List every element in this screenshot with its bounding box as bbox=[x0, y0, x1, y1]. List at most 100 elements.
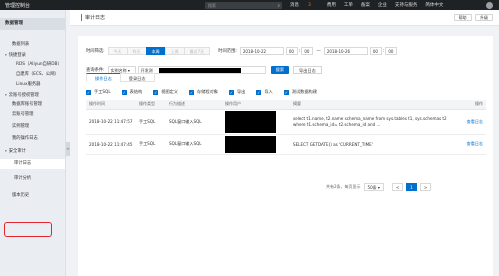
cell-type: 手工SQL bbox=[136, 134, 166, 155]
console-brand[interactable]: 管理控制台 bbox=[0, 2, 70, 9]
col-op: 操作 bbox=[450, 100, 486, 110]
next-page-button[interactable]: > bbox=[419, 183, 432, 191]
main-content: 审计日志 帮助 升级 时间筛选: 今天 昨天 本周 上周 最近7天 时间范围: … bbox=[70, 10, 499, 276]
table-row: 2018-10-22 11:47:45 手工SQL SQL窗口输入SQL SEL… bbox=[86, 134, 486, 155]
time-range-label: 时间范围: bbox=[218, 49, 237, 54]
check-export[interactable]: ✓ 导出 bbox=[228, 89, 245, 95]
time-filter-row: 时间筛选: 今天 昨天 本周 上周 最近7天 时间范围: 2018-10-22 … bbox=[86, 47, 398, 55]
page-title: 审计日志 bbox=[81, 14, 105, 21]
checkbox-icon: ✓ bbox=[153, 89, 159, 95]
start-date-input[interactable]: 2018-10-22 bbox=[239, 47, 284, 55]
global-search-input[interactable]: 搜索 ⌕ bbox=[205, 1, 282, 10]
check-view-definition[interactable]: ✓ 视图定义 bbox=[153, 89, 178, 95]
sidebar: 数据管理 数据列表 ▾ 快捷登录 RDS（Aliyun自研DB） 自建库（ECS、… bbox=[0, 10, 66, 276]
cell-summary: select t1.name, t2.name schema_name from… bbox=[290, 109, 450, 135]
col-time: 操作时间 bbox=[86, 100, 136, 110]
messages-count: 3 bbox=[308, 3, 311, 8]
nav-tickets[interactable]: 工单 bbox=[344, 2, 353, 8]
pager-total: 共有2条，每页显示 bbox=[326, 184, 361, 189]
check-import[interactable]: ✓ 导入 bbox=[256, 89, 273, 95]
audit-panel: 时间筛选: 今天 昨天 本周 上周 最近7天 时间范围: 2018-10-22 … bbox=[78, 36, 493, 276]
check-manual-sql[interactable]: ✓ 手工SQL bbox=[86, 89, 111, 95]
nav-messages[interactable]: 消息 3 bbox=[290, 2, 319, 8]
sidebar-item-db-list[interactable]: 数据列表 bbox=[0, 40, 65, 50]
sidebar-item-ecs[interactable]: 自建库（ECS、公网） bbox=[0, 70, 65, 80]
range-separator: — bbox=[316, 48, 321, 54]
page-header: 审计日志 帮助 升级 bbox=[70, 10, 499, 26]
start-minute-select[interactable]: 00 bbox=[301, 47, 314, 55]
sidebar-item-version[interactable]: 版本历史 bbox=[0, 191, 65, 201]
chevron-down-icon: ▾ bbox=[377, 185, 380, 190]
sidebar-item-audit-analysis[interactable]: 审计分析 bbox=[0, 174, 65, 184]
cell-user bbox=[222, 134, 280, 155]
range-today[interactable]: 今天 bbox=[107, 47, 128, 55]
checkbox-icon: ✓ bbox=[86, 89, 91, 95]
caret-down-icon: ▾ bbox=[5, 93, 7, 97]
checkbox-icon: ✓ bbox=[256, 89, 262, 95]
nav-language[interactable]: 简体中文 bbox=[425, 2, 443, 8]
sidebar-item-db-acct[interactable]: 数据库账号管理 bbox=[0, 100, 65, 110]
range-last-7-days[interactable]: 最近7天 bbox=[183, 47, 211, 55]
nav-billing[interactable]: 费用 bbox=[327, 2, 336, 8]
col-user: 操作用户 bbox=[222, 100, 280, 110]
sidebar-item-linux[interactable]: Linux服务器 bbox=[0, 80, 65, 90]
check-table-structure[interactable]: ✓ 表结构 bbox=[121, 89, 142, 95]
cell-op: 查看日志 bbox=[450, 134, 486, 155]
cell-time: 2018-10-22 11:47:45 bbox=[86, 134, 136, 155]
end-date-input[interactable]: 2018-10-26 bbox=[323, 47, 368, 55]
sidebar-title: 数据管理 bbox=[0, 18, 65, 30]
sidebar-item-my-ops[interactable]: 我的操作日志 bbox=[0, 134, 65, 144]
time-range-segment: 今天 昨天 本周 上周 最近7天 bbox=[107, 47, 211, 55]
search-icon[interactable]: ⌕ bbox=[277, 3, 280, 10]
help-button[interactable]: 帮助 bbox=[453, 14, 472, 21]
checkbox-icon: ✓ bbox=[121, 89, 127, 95]
check-test-data[interactable]: ✓ 测试数据构建 bbox=[283, 89, 317, 95]
top-bar: 管理控制台 搜索 ⌕ 消息 3 费用 工单 备案 企业 支持与服务 简体中文 bbox=[0, 0, 499, 10]
check-stored-objects[interactable]: ✓ 存储程对象 bbox=[189, 89, 218, 95]
page-size-select[interactable]: 50条 ▾ bbox=[363, 183, 384, 191]
col-summary: 摘要 bbox=[290, 100, 450, 110]
avatar[interactable] bbox=[486, 1, 493, 9]
log-tabs: 操作日志 登录日志 bbox=[86, 73, 155, 82]
query-value-input[interactable]: 开发测 bbox=[137, 66, 266, 74]
table-row: 2018-10-22 11:47:57 手工SQL SQL窗口输入SQL sel… bbox=[86, 109, 486, 135]
nav-enterprise[interactable]: 企业 bbox=[378, 2, 387, 8]
search-placeholder: 搜索 bbox=[208, 2, 216, 8]
export-log-button[interactable]: 导出日志 bbox=[293, 66, 322, 74]
checkbox-icon: ✓ bbox=[283, 89, 289, 95]
cell-spacer bbox=[280, 134, 290, 155]
cell-op: 查看日志 bbox=[450, 109, 486, 135]
range-this-week[interactable]: 本周 bbox=[145, 47, 166, 55]
cell-time: 2018-10-22 11:47:57 bbox=[86, 109, 136, 135]
sidebar-item-rds[interactable]: RDS（Aliyun自研DB） bbox=[0, 60, 65, 70]
tab-login-log[interactable]: 登录日志 bbox=[119, 73, 155, 82]
sidebar-group-security[interactable]: ▾ 安全审计 bbox=[0, 146, 65, 156]
end-hour-select[interactable]: 00 bbox=[369, 47, 382, 55]
caret-down-icon: ▾ bbox=[5, 53, 7, 57]
sidebar-group-cloud-acct[interactable]: ▾ 云账号授权管理 bbox=[0, 90, 65, 100]
redacted-block bbox=[158, 68, 241, 73]
nav-support[interactable]: 支持与服务 bbox=[395, 2, 418, 8]
page-1-button[interactable]: 1 bbox=[406, 183, 417, 191]
time-filter-label: 时间筛选: bbox=[86, 49, 105, 54]
sidebar-group-quick-entry[interactable]: ▾ 快捷登录 bbox=[0, 50, 65, 60]
sidebar-item-instance[interactable]: 实例管理 bbox=[0, 122, 65, 132]
col-spacer bbox=[280, 100, 290, 110]
prev-page-button[interactable]: < bbox=[391, 183, 404, 191]
search-button[interactable]: 搜索 bbox=[270, 66, 290, 74]
top-nav: 消息 3 费用 工单 备案 企业 支持与服务 简体中文 bbox=[290, 0, 451, 10]
nav-icp[interactable]: 备案 bbox=[361, 2, 370, 8]
redacted-block bbox=[225, 135, 276, 153]
view-log-link[interactable]: 查看日志 bbox=[467, 141, 483, 146]
sidebar-item-cloud-perm[interactable]: 云账号管理 bbox=[0, 110, 65, 120]
end-minute-select[interactable]: 00 bbox=[385, 47, 398, 55]
start-hour-select[interactable]: 00 bbox=[285, 47, 298, 55]
upgrade-button[interactable]: 升级 bbox=[475, 14, 493, 21]
redacted-block bbox=[225, 110, 276, 133]
range-yesterday[interactable]: 昨天 bbox=[126, 47, 147, 55]
sidebar-item-audit-log[interactable]: 审计日志 bbox=[0, 159, 65, 169]
range-last-week[interactable]: 上周 bbox=[164, 47, 185, 55]
tab-operation-log[interactable]: 操作日志 bbox=[86, 73, 121, 82]
view-log-link[interactable]: 查看日志 bbox=[467, 119, 483, 124]
cell-user bbox=[222, 109, 280, 135]
